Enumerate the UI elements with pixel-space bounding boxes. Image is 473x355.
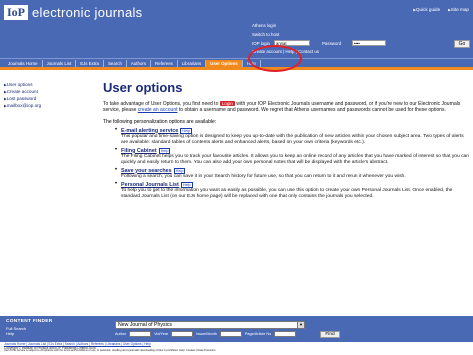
footer-terms: Use of this service is subject to compli… [4,349,217,352]
nav-librarians[interactable]: Librarians [178,59,207,67]
logo-iop-mark: IoP [4,4,28,20]
nav-ejs-extra[interactable]: EJs Extra [76,59,104,67]
help-badge[interactable]: Help [158,147,171,154]
option-personal-journals: Personal Journals ListHelp To help you t… [115,181,469,200]
option-title-email-alerting[interactable]: E-mail alerting service [121,128,178,134]
switch-host-link[interactable]: Switch to host [252,32,279,37]
sidebar-item-create-account[interactable]: Create account [4,89,64,94]
contact-us-link[interactable]: Contact us [298,49,319,54]
author-label: Author [115,332,127,336]
quick-guide-link[interactable]: Quick guide [413,7,440,12]
sidebar-item-mailbox[interactable]: mailbox@iop.org [4,103,64,108]
chevron-down-icon[interactable]: ▼ [297,322,304,328]
footer-legal: Use of this service is subject to compli… [4,349,469,353]
password-label: Password [322,41,342,46]
annotation-highlight-ellipse [248,45,302,72]
password-input[interactable] [352,40,386,46]
intro-text-1: To take advantage of User Options, you f… [103,101,219,107]
issue-month-label: Issue/Month [196,332,217,336]
nav-journals-home[interactable]: Journals Home [4,59,43,67]
option-desc: To help you to get to the information yo… [121,187,453,199]
option-desc: Following a search, you can save it in y… [121,173,406,179]
content-finder: CONTENT FINDER Full Search Help New Jour… [0,316,473,342]
help-badge[interactable]: Help [180,181,193,188]
site-map-link[interactable]: Site map [448,7,469,12]
nav-referees[interactable]: Referees [151,59,178,67]
page-title: User options [103,80,183,95]
finder-fields: Author Vol/Year Issue/Month Page/Article… [115,331,297,337]
main-nav: Journals Home Journals List EJs Extra Se… [0,58,473,67]
nav-search[interactable]: Search [104,59,127,67]
nav-authors[interactable]: Authors [127,59,152,67]
help-badge[interactable]: Help [173,167,186,174]
content-finder-label: CONTENT FINDER [6,319,53,324]
journal-select[interactable]: New Journal of Physics ▼ [115,321,305,329]
create-account-inline-link[interactable]: create an account [138,107,178,113]
vol-year-label: Vol/Year [154,332,169,336]
option-email-alerting: E-mail alerting serviceHelp This popular… [115,127,469,146]
main-content: User options To take advantage of User O… [103,80,469,202]
vol-year-field[interactable] [171,331,194,337]
option-save-searches: Save your searchesHelp Following a searc… [115,167,469,180]
athens-login-link[interactable]: Athens login [252,23,276,28]
find-button[interactable]: Find [320,331,340,338]
issue-month-field[interactable] [219,331,242,337]
page-article-label: Page/Article No [244,332,272,336]
option-title-filing-cabinet[interactable]: Filing Cabinet [121,148,157,154]
top-links: Quick guide Site map [413,7,469,12]
option-title-save-searches[interactable]: Save your searches [121,168,172,174]
help-badge[interactable]: Help [180,127,193,134]
logo-wordmark: electronic journals [32,4,143,20]
intro-paragraph: To take advantage of User Options, you f… [103,101,469,114]
page-article-field[interactable] [274,331,297,337]
sidebar-item-user-options[interactable]: User options [4,82,64,87]
nav-journals-list[interactable]: Journals List [43,59,77,67]
site-logo[interactable]: IoP electronic journals [4,4,142,20]
login-go-button[interactable]: Go [454,40,470,48]
author-field[interactable] [129,331,152,337]
nav-accent-line [0,67,473,70]
options-list: E-mail alerting serviceHelp This popular… [115,127,469,200]
intro-text-3: to obtain a username and password. We re… [178,107,446,114]
option-title-personal-journals[interactable]: Personal Journals List [121,182,179,188]
login-button[interactable]: Login [219,101,235,106]
journal-select-value: New Journal of Physics [118,322,172,328]
option-filing-cabinet: Filing CabinetHelp The Filing Cabinet he… [115,147,469,166]
sidebar: User options Create account Lost passwor… [4,82,64,110]
finder-help-link[interactable]: Help [6,331,14,336]
site-header: IoP electronic journals Quick guide Site… [0,0,473,58]
option-desc: This popular and time-saving option is d… [121,133,464,145]
options-intro: The following personalization options ar… [103,118,217,125]
option-desc: The Filing Cabinet helps you to track yo… [121,153,469,165]
nav-user-options[interactable]: User Options [206,59,243,67]
sidebar-item-lost-password[interactable]: Lost password [4,96,64,101]
